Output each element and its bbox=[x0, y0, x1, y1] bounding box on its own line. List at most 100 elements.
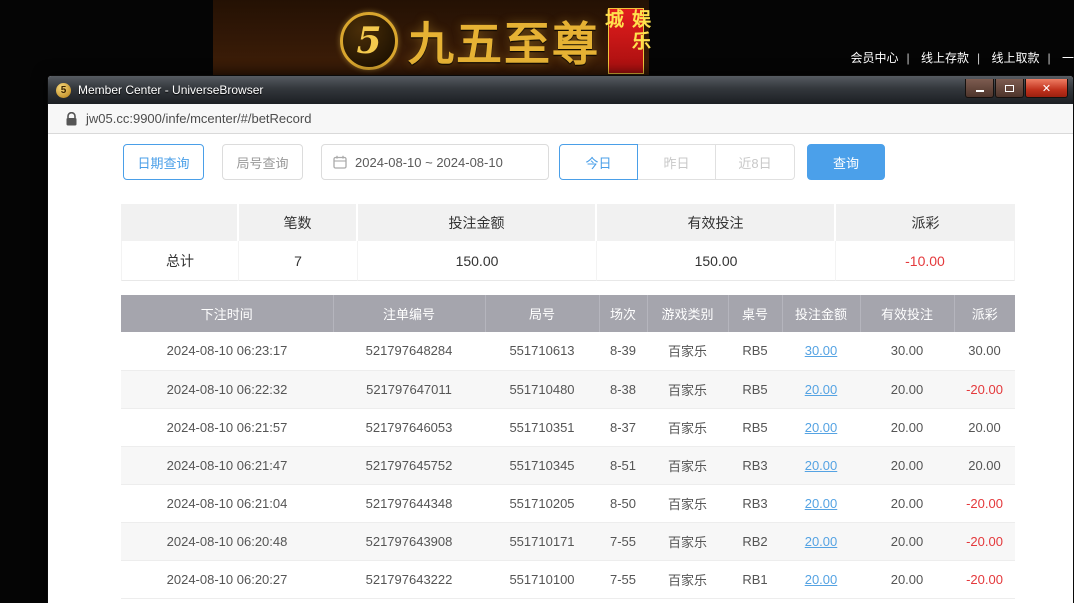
nav-member-center[interactable]: 会员中心 bbox=[851, 51, 918, 65]
header-session: 场次 bbox=[599, 295, 647, 332]
summary-valid-bet-value: 150.00 bbox=[597, 241, 836, 281]
browser-window: 5 Member Center - UniverseBrowser ✕ jw05… bbox=[47, 75, 1074, 603]
bet-table-row: 2024-08-10 06:23:17521797648284551710613… bbox=[121, 332, 1015, 370]
header-round-id: 局号 bbox=[485, 295, 599, 332]
bet-amount-link[interactable]: 20.00 bbox=[805, 382, 838, 397]
bet-amount-link[interactable]: 20.00 bbox=[805, 534, 838, 549]
date-query-button[interactable]: 日期查询 bbox=[123, 144, 204, 180]
cell-payout: 20.00 bbox=[954, 408, 1015, 446]
address-bar[interactable]: jw05.cc:9900/infe/mcenter/#/betRecord bbox=[48, 104, 1073, 134]
bet-record-page: 日期查询 局号查询 2024-08-10 ~ 2024-08-10 今日 昨日 … bbox=[48, 134, 1073, 603]
cell-round-id: 551710100 bbox=[485, 560, 599, 598]
cell-payout: -20.00 bbox=[954, 560, 1015, 598]
summary-total-row: 总计 7 150.00 150.00 -10.00 bbox=[121, 241, 1015, 281]
bet-table-row: 2024-08-10 06:20:48521797643908551710171… bbox=[121, 522, 1015, 560]
header-bet-amount: 投注金额 bbox=[782, 295, 860, 332]
cell-game-type: 百家乐 bbox=[647, 522, 728, 560]
cell-round-id: 551710613 bbox=[485, 332, 599, 370]
bet-amount-link[interactable]: 20.00 bbox=[805, 458, 838, 473]
cell-round-id: 551710171 bbox=[485, 522, 599, 560]
bet-record-table: 下注时间 注单编号 局号 场次 游戏类别 桌号 投注金额 有效投注 派彩 202… bbox=[121, 295, 1015, 599]
cell-amount: 20.00 bbox=[782, 446, 860, 484]
header-bet-time: 下注时间 bbox=[121, 295, 333, 332]
cell-session: 8-39 bbox=[599, 332, 647, 370]
bet-table-row: 2024-08-10 06:21:57521797646053551710351… bbox=[121, 408, 1015, 446]
summary-total-label: 总计 bbox=[121, 241, 239, 281]
site-title: 九五至尊 bbox=[408, 8, 600, 74]
summary-header-payout: 派彩 bbox=[836, 204, 1015, 241]
cell-table-no: RB5 bbox=[728, 332, 782, 370]
header-table-no: 桌号 bbox=[728, 295, 782, 332]
cell-valid: 30.00 bbox=[860, 332, 954, 370]
cell-valid: 20.00 bbox=[860, 484, 954, 522]
round-query-button[interactable]: 局号查询 bbox=[222, 144, 303, 180]
window-title: Member Center - UniverseBrowser bbox=[78, 83, 263, 97]
cell-session: 8-51 bbox=[599, 446, 647, 484]
calendar-icon bbox=[333, 155, 347, 169]
cell-time: 2024-08-10 06:21:04 bbox=[121, 484, 333, 522]
window-title-bar[interactable]: 5 Member Center - UniverseBrowser ✕ bbox=[48, 76, 1073, 104]
cell-game-type: 百家乐 bbox=[647, 332, 728, 370]
cell-valid: 20.00 bbox=[860, 560, 954, 598]
cell-payout: -20.00 bbox=[954, 522, 1015, 560]
summary-header-row: 笔数 投注金额 有效投注 派彩 bbox=[121, 204, 1015, 241]
bet-table-header-row: 下注时间 注单编号 局号 场次 游戏类别 桌号 投注金额 有效投注 派彩 bbox=[121, 295, 1015, 332]
quick-filter-group: 今日 昨日 近8日 bbox=[559, 144, 795, 180]
cell-table-no: RB3 bbox=[728, 484, 782, 522]
date-range-value: 2024-08-10 ~ 2024-08-10 bbox=[355, 155, 503, 170]
nav-partial-item[interactable]: 一 bbox=[1062, 51, 1074, 65]
cell-bet-id: 521797648284 bbox=[333, 332, 485, 370]
close-button[interactable]: ✕ bbox=[1025, 79, 1068, 98]
cell-amount: 20.00 bbox=[782, 522, 860, 560]
date-range-picker[interactable]: 2024-08-10 ~ 2024-08-10 bbox=[321, 144, 549, 180]
quick-filter-button[interactable]: 近8日 bbox=[715, 144, 795, 180]
nav-online-withdraw[interactable]: 线上取款 bbox=[992, 51, 1059, 65]
cell-time: 2024-08-10 06:22:32 bbox=[121, 370, 333, 408]
summary-table: 笔数 投注金额 有效投注 派彩 总计 7 150.00 150.00 -10.0… bbox=[121, 204, 1015, 281]
quick-filter-button[interactable]: 今日 bbox=[559, 144, 638, 180]
cell-game-type: 百家乐 bbox=[647, 408, 728, 446]
cell-round-id: 551710480 bbox=[485, 370, 599, 408]
cell-game-type: 百家乐 bbox=[647, 370, 728, 408]
url-text[interactable]: jw05.cc:9900/infe/mcenter/#/betRecord bbox=[86, 111, 311, 126]
cell-game-type: 百家乐 bbox=[647, 446, 728, 484]
cell-time: 2024-08-10 06:20:48 bbox=[121, 522, 333, 560]
cell-amount: 20.00 bbox=[782, 560, 860, 598]
cell-session: 7-55 bbox=[599, 522, 647, 560]
maximize-button[interactable] bbox=[995, 79, 1024, 98]
logo-coin-icon: 5 bbox=[340, 12, 398, 70]
bet-amount-link[interactable]: 20.00 bbox=[805, 496, 838, 511]
summary-header-empty bbox=[121, 204, 239, 241]
bet-amount-link[interactable]: 20.00 bbox=[805, 420, 838, 435]
cell-valid: 20.00 bbox=[860, 446, 954, 484]
screen: { "site_header": { "logo": { "coin": "5"… bbox=[0, 0, 1074, 603]
cell-amount: 20.00 bbox=[782, 370, 860, 408]
cell-bet-id: 521797643908 bbox=[333, 522, 485, 560]
header-bet-id: 注单编号 bbox=[333, 295, 485, 332]
bet-amount-link[interactable]: 30.00 bbox=[805, 343, 838, 358]
cell-game-type: 百家乐 bbox=[647, 484, 728, 522]
cell-amount: 20.00 bbox=[782, 408, 860, 446]
cell-round-id: 551710345 bbox=[485, 446, 599, 484]
cell-payout: 20.00 bbox=[954, 446, 1015, 484]
maximize-icon bbox=[1005, 85, 1014, 92]
bet-table-row: 2024-08-10 06:21:47521797645752551710345… bbox=[121, 446, 1015, 484]
summary-bet-amount-value: 150.00 bbox=[358, 241, 597, 281]
cell-session: 8-38 bbox=[599, 370, 647, 408]
cell-valid: 20.00 bbox=[860, 370, 954, 408]
cell-time: 2024-08-10 06:21:57 bbox=[121, 408, 333, 446]
summary-count-value: 7 bbox=[239, 241, 358, 281]
bet-amount-link[interactable]: 20.00 bbox=[805, 572, 838, 587]
quick-filter-button[interactable]: 昨日 bbox=[637, 144, 716, 180]
bet-table-row: 2024-08-10 06:20:27521797643222551710100… bbox=[121, 560, 1015, 598]
cell-session: 8-50 bbox=[599, 484, 647, 522]
minimize-button[interactable] bbox=[965, 79, 994, 98]
cell-bet-id: 521797643222 bbox=[333, 560, 485, 598]
cell-bet-id: 521797644348 bbox=[333, 484, 485, 522]
cell-bet-id: 521797647011 bbox=[333, 370, 485, 408]
search-button[interactable]: 查询 bbox=[807, 144, 885, 180]
lock-icon bbox=[66, 112, 77, 126]
cell-game-type: 百家乐 bbox=[647, 560, 728, 598]
nav-online-deposit[interactable]: 线上存款 bbox=[921, 51, 988, 65]
summary-header-valid-bet: 有效投注 bbox=[597, 204, 836, 241]
